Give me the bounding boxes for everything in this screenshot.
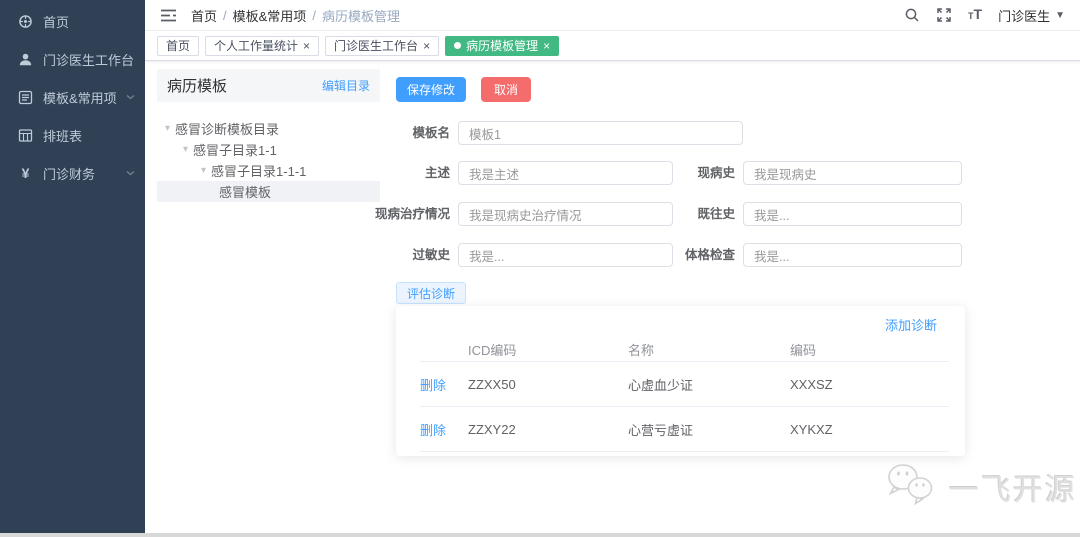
table-row: 删除 ZZXY22 心营亏虚证 XYKXZ [420, 407, 949, 452]
breadcrumb-separator: / [312, 7, 316, 23]
breadcrumb-item-home[interactable]: 首页 [191, 6, 217, 25]
sidebar-nav: 首页 门诊医生工作台 模板&常用项 排班表 ¥ 门诊财务 [0, 0, 145, 192]
font-size-icon[interactable]: TT [968, 7, 982, 23]
close-icon[interactable]: × [423, 40, 430, 52]
tree-node-label: 感冒子目录1-1-1 [211, 164, 307, 179]
active-dot [454, 42, 462, 49]
save-button[interactable]: 保存修改 [396, 77, 466, 102]
tag-home[interactable]: 首页 [157, 35, 200, 56]
tab-assessment-diagnosis[interactable]: 评估诊断 [396, 282, 467, 304]
cell-icd: ZZXX50 [468, 376, 516, 392]
table-row: 删除 ZZXX50 心虚血少证 XXXSZ [420, 362, 949, 407]
tag-label: 个人工作量统计 [214, 39, 299, 53]
main-area: 首页 / 模板&常用项 / 病历模板管理 TT 门诊医生 ▼ 首页 个人工作量统… [145, 0, 1080, 533]
sidebar-item-templates[interactable]: 模板&常用项 [0, 78, 145, 116]
close-icon[interactable]: × [543, 40, 550, 52]
sidebar-item-label: 门诊财务 [43, 166, 96, 182]
tree-caret-icon[interactable]: ▾ [201, 165, 206, 176]
cell-icd: ZZXY22 [468, 421, 516, 437]
tree-caret-icon[interactable]: ▾ [165, 123, 170, 134]
field-label-past-history: 既往史 [697, 207, 735, 221]
sidebar-item-label: 首页 [43, 14, 70, 30]
field-label-physical-exam: 体格检查 [684, 248, 735, 262]
tag-doctor-workbench[interactable]: 门诊医生工作台 × [325, 35, 440, 56]
fullscreen-icon[interactable] [936, 7, 952, 23]
column-header-code: 编码 [790, 343, 817, 358]
close-icon[interactable]: × [303, 40, 310, 52]
sidebar: 首页 门诊医生工作台 模板&常用项 排班表 ¥ 门诊财务 [0, 0, 145, 533]
cancel-button[interactable]: 取消 [481, 77, 531, 102]
breadcrumb: 首页 / 模板&常用项 / 病历模板管理 [191, 6, 400, 25]
tag-label: 首页 [166, 39, 191, 53]
tree-node-label: 感冒诊断模板目录 [175, 122, 280, 137]
window-bottom-edge [0, 533, 1080, 537]
field-label-template-name: 模板名 [412, 126, 450, 140]
doctor-workbench-icon [18, 52, 33, 67]
watermark-logo: 一飞开源 [883, 460, 1077, 513]
field-label-treatment-status: 现病治疗情况 [374, 207, 450, 221]
sidebar-item-label: 排班表 [43, 128, 83, 144]
column-header-name: 名称 [628, 343, 655, 358]
finance-yen-icon: ¥ [21, 165, 30, 181]
sidebar-item-doctor-workbench[interactable]: 门诊医生工作台 [0, 40, 145, 78]
page-content: 病历模板 编辑目录 ▾ 感冒诊断模板目录 ▾ 感冒子目录1-1 ▾ 感冒子目录1… [145, 62, 1080, 529]
present-illness-input[interactable] [743, 161, 962, 185]
template-name-input[interactable] [458, 121, 743, 145]
cell-name: 心虚血少证 [628, 377, 694, 393]
diagnosis-table: ICD编码 名称 编码 删除 ZZXX50 心虚血少证 XXXSZ 删除 ZZX… [420, 338, 949, 452]
sidebar-item-label: 门诊医生工作台 [43, 52, 135, 68]
column-header-icd: ICD编码 [468, 343, 517, 358]
delete-row-link[interactable]: 删除 [420, 423, 446, 438]
breadcrumb-separator: / [223, 7, 227, 23]
field-label-allergy-history: 过敏史 [412, 248, 450, 262]
tag-label: 门诊医生工作台 [334, 39, 419, 53]
template-list-icon [18, 90, 33, 105]
edit-directory-link[interactable]: 编辑目录 [322, 77, 370, 94]
past-history-input[interactable] [743, 202, 962, 226]
hamburger-icon[interactable] [160, 8, 177, 23]
add-diagnosis-link[interactable]: 添加诊断 [885, 315, 937, 334]
tag-label: 病历模板管理 [466, 39, 539, 53]
physical-exam-input[interactable] [743, 243, 962, 267]
table-header-row: ICD编码 名称 编码 [420, 338, 949, 362]
chevron-down-icon [126, 170, 135, 176]
user-name: 门诊医生 [998, 8, 1051, 24]
navbar-right-tools: TT 门诊医生 ▼ [904, 6, 1065, 25]
cell-code: XXXSZ [790, 376, 833, 392]
sidebar-item-schedule[interactable]: 排班表 [0, 116, 145, 154]
search-icon[interactable] [904, 7, 920, 23]
field-label-present-illness: 现病史 [697, 166, 735, 180]
field-label-chief-complaint: 主述 [424, 166, 450, 180]
delete-row-link[interactable]: 删除 [420, 378, 446, 393]
tree-panel-header: 病历模板 编辑目录 [157, 69, 380, 102]
breadcrumb-item-current: 病历模板管理 [321, 8, 400, 24]
sidebar-item-home[interactable]: 首页 [0, 2, 145, 40]
tag-personal-stats[interactable]: 个人工作量统计 × [205, 35, 320, 56]
caret-down-icon: ▼ [1055, 9, 1065, 21]
tags-view-bar: 首页 个人工作量统计 × 门诊医生工作台 × 病历模板管理 × [145, 31, 1080, 61]
chat-bubbles-icon [883, 460, 941, 513]
schedule-table-icon [18, 128, 33, 143]
sidebar-item-label: 模板&常用项 [43, 90, 117, 106]
dashboard-icon [18, 14, 33, 29]
panel-title: 病历模板 [167, 78, 228, 95]
cell-code: XYKXZ [790, 421, 833, 437]
tree-node-label: 感冒模板 [219, 185, 272, 200]
watermark-text: 一飞开源 [949, 473, 1077, 507]
top-navbar: 首页 / 模板&常用项 / 病历模板管理 TT 门诊医生 ▼ [145, 0, 1080, 31]
user-dropdown[interactable]: 门诊医生 ▼ [998, 6, 1065, 25]
tag-template-manage-active[interactable]: 病历模板管理 × [445, 35, 560, 56]
cell-name: 心营亏虚证 [628, 422, 694, 438]
chevron-down-icon [126, 94, 135, 100]
tree-caret-icon[interactable]: ▾ [183, 144, 188, 155]
breadcrumb-item-templates[interactable]: 模板&常用项 [233, 6, 307, 25]
sidebar-item-finance[interactable]: ¥ 门诊财务 [0, 154, 145, 192]
diagnosis-card: 添加诊断 ICD编码 名称 编码 删除 ZZXX50 心虚血少证 XXXSZ 删… [396, 306, 965, 456]
tree-node-label: 感冒子目录1-1 [193, 143, 277, 158]
